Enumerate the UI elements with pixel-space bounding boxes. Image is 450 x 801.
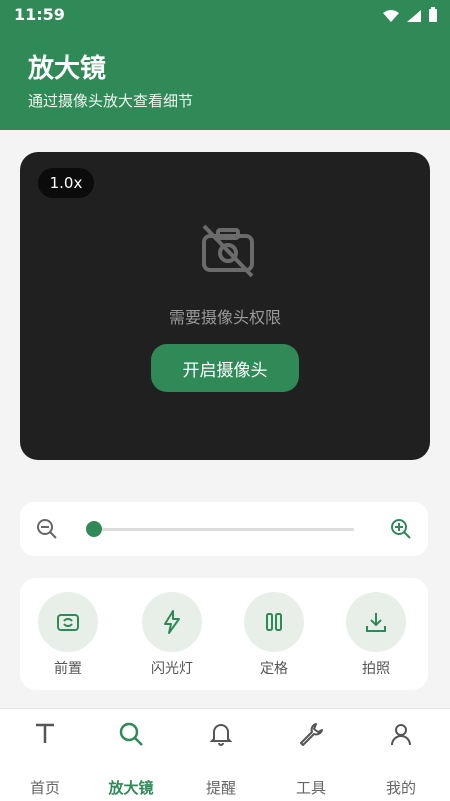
camera-preview: 1.0x 需要摄像头权限 开启摄像头 [20,152,430,460]
bottom-navigation: 首页 放大镜 提醒 工具 我的 [0,708,450,801]
nav-label: 工具 [295,779,326,797]
tool-label: 拍照 [362,661,390,677]
battery-icon [428,7,438,27]
app-header: 放大镜 通过摄像头放大查看细节 [0,30,450,130]
tools-card: 前置 闪光灯 定格 拍照 [20,578,428,690]
zoom-slider-thumb[interactable] [86,521,102,537]
nav-item-profile[interactable]: 我的 [356,719,446,798]
zoom-slider-track[interactable] [94,528,354,531]
camera-off-icon [198,222,258,278]
zoom-badge: 1.0x [38,168,94,198]
search-icon [86,719,176,749]
nav-item-magnifier[interactable]: 放大镜 [86,719,176,798]
wifi-icon [382,8,400,27]
download-icon [346,592,406,652]
text-icon [0,719,90,749]
flash-icon [142,592,202,652]
user-icon [356,719,446,749]
tool-capture[interactable]: 拍照 [336,592,416,678]
page-subtitle: 通过摄像头放大查看细节 [28,92,194,110]
tool-front-camera[interactable]: 前置 [28,592,108,678]
nav-label: 首页 [29,779,60,797]
tool-freeze[interactable]: 定格 [234,592,314,678]
nav-item-reminders[interactable]: 提醒 [176,719,266,798]
zoom-control [20,502,428,556]
nav-label: 我的 [385,779,416,797]
nav-item-tools[interactable]: 工具 [266,719,356,798]
tool-label: 闪光灯 [151,661,193,677]
bell-icon [176,719,266,749]
tool-label: 前置 [54,661,82,677]
signal-icon [406,8,422,27]
zoom-out-icon[interactable] [36,518,58,544]
status-icons [382,7,438,27]
nav-label: 提醒 [205,779,236,797]
status-time: 11:59 [14,5,65,24]
page-title: 放大镜 [28,54,107,84]
permission-text: 需要摄像头权限 [168,308,281,327]
tool-label: 定格 [260,661,288,677]
status-bar: 11:59 [0,0,450,30]
tool-flashlight[interactable]: 闪光灯 [132,592,212,678]
open-camera-button[interactable]: 开启摄像头 [151,344,299,392]
pause-icon [244,592,304,652]
zoom-in-icon[interactable] [390,518,412,544]
nav-item-home[interactable]: 首页 [0,719,90,798]
nav-label: 放大镜 [108,779,154,797]
wrench-icon [266,719,356,749]
camera-switch-icon [38,592,98,652]
